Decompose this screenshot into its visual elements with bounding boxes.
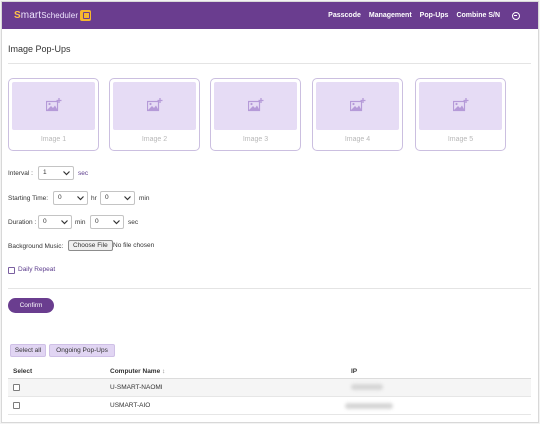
chevron-down-icon — [124, 196, 131, 201]
duration-label: Duration : — [8, 219, 37, 226]
table-row: USMART-AIO — [8, 397, 531, 414]
duration-sec-value: 0 — [95, 218, 99, 225]
add-image-icon — [453, 98, 469, 112]
chevron-down-icon — [77, 196, 84, 201]
image-slot-5[interactable]: Image 5 — [415, 78, 506, 151]
interval-value: 1 — [43, 169, 47, 176]
daily-repeat-label: Daily Repeat — [18, 266, 56, 273]
column-header-label: Computer Name — [110, 368, 161, 375]
column-header-ip: IP — [351, 368, 358, 375]
choose-file-button[interactable]: Choose File — [68, 240, 113, 251]
interval-label: Interval : — [8, 170, 33, 177]
image-slot-label: Image 1 — [40, 136, 67, 143]
image-slot-label: Image 3 — [242, 136, 269, 143]
chevron-down-icon — [61, 220, 68, 225]
page-title: Image Pop-Ups — [8, 44, 71, 54]
nav-management[interactable]: Management — [369, 12, 412, 19]
row-divider — [8, 414, 531, 415]
add-image-icon — [46, 98, 62, 112]
nav-passcode[interactable]: Passcode — [328, 12, 361, 19]
starting-hour-value: 0 — [58, 194, 62, 201]
starting-min-select[interactable]: 0 — [100, 191, 135, 205]
app-window: SmartScheduler Passcode Management Pop-U… — [1, 1, 539, 423]
duration-min-value: 0 — [43, 218, 47, 225]
column-header-select: Select — [13, 368, 33, 375]
column-header-computer-name[interactable]: Computer Name ↕ — [110, 368, 165, 375]
image-slot-2[interactable]: Image 2 — [109, 78, 200, 151]
daily-repeat-checkbox[interactable] — [8, 267, 15, 274]
row-select-checkbox[interactable] — [13, 402, 20, 409]
image-placeholder — [214, 82, 297, 130]
chevron-down-icon — [63, 171, 70, 176]
divider — [8, 288, 531, 289]
starting-min-value: 0 — [105, 194, 109, 201]
add-image-icon — [350, 98, 366, 112]
image-slot-label: Image 2 — [141, 136, 168, 143]
ip-cell-redacted — [351, 384, 383, 390]
divider — [8, 63, 531, 64]
computer-name-cell: USMART-AIO — [110, 402, 151, 409]
image-placeholder — [316, 82, 399, 130]
starting-hour-select[interactable]: 0 — [53, 191, 88, 205]
image-slot-label: Image 5 — [447, 136, 474, 143]
top-navigation-bar: SmartScheduler Passcode Management Pop-U… — [2, 2, 538, 29]
add-image-icon — [248, 98, 264, 112]
background-music-label: Background Music: — [8, 243, 64, 250]
image-placeholder — [113, 82, 196, 130]
starting-time-label: Starting Time: — [8, 195, 49, 202]
main-nav: Passcode Management Pop-Ups Combine S/N — [328, 2, 520, 29]
duration-min-select[interactable]: 0 — [38, 215, 72, 229]
table-row: U-SMART-NAOMI — [8, 379, 531, 396]
confirm-button[interactable]: Confirm — [8, 298, 54, 313]
image-slot-label: Image 4 — [344, 136, 371, 143]
image-placeholder — [419, 82, 502, 130]
hour-unit: hr — [91, 195, 97, 202]
image-placeholder — [12, 82, 95, 130]
computer-name-cell: U-SMART-NAOMI — [110, 384, 163, 391]
image-slot-3[interactable]: Image 3 — [210, 78, 301, 151]
duration-min-unit: min — [75, 219, 86, 226]
min-unit: min — [139, 195, 150, 202]
duration-sec-select[interactable]: 0 — [90, 215, 124, 229]
calendar-icon — [80, 9, 92, 21]
ip-cell-redacted — [345, 403, 393, 409]
nav-combine-sn[interactable]: Combine S/N — [456, 12, 500, 19]
nav-pop-ups[interactable]: Pop-Ups — [420, 12, 449, 19]
image-slot-1[interactable]: Image 1 — [8, 78, 99, 151]
add-image-icon — [147, 98, 163, 112]
sort-icon: ↕ — [162, 368, 166, 375]
globe-icon[interactable] — [512, 11, 520, 20]
ongoing-pop-ups-button[interactable]: Ongoing Pop-Ups — [49, 344, 115, 357]
interval-select[interactable]: 1 — [38, 166, 74, 180]
image-slots: Image 1 Image 2 Image 3 Image 4 Image 5 — [8, 78, 531, 152]
smart-scheduler-logo[interactable]: SmartScheduler — [14, 8, 92, 22]
image-slot-4[interactable]: Image 4 — [312, 78, 403, 151]
file-status: No file chosen — [113, 242, 155, 249]
select-all-button[interactable]: Select all — [10, 344, 46, 357]
duration-sec-unit: sec — [128, 219, 139, 226]
interval-unit: sec — [78, 170, 89, 177]
chevron-down-icon — [113, 220, 120, 225]
logo-text: SmartScheduler — [14, 9, 79, 21]
row-select-checkbox[interactable] — [13, 384, 20, 391]
